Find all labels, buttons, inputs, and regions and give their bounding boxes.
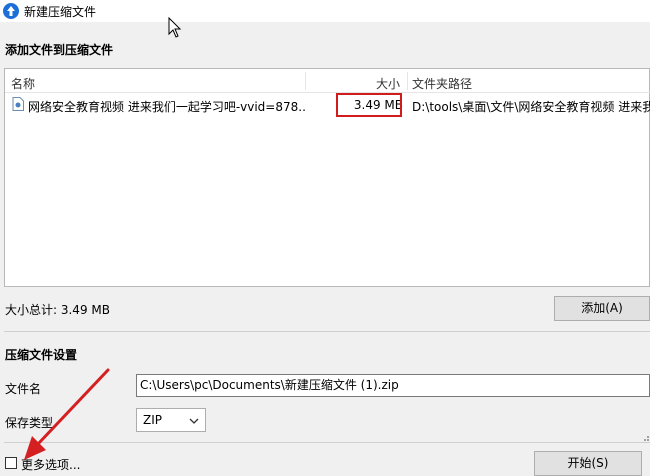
column-header-path[interactable]: 文件夹路径 <box>412 75 472 92</box>
annotation-arrow-icon <box>24 368 110 460</box>
start-button[interactable]: 开始(S) <box>534 451 642 476</box>
add-files-section-title: 添加文件到压缩文件 <box>5 43 114 57</box>
chevron-down-icon <box>189 418 199 424</box>
total-size-label: 大小总计: 3.49 MB <box>5 303 110 317</box>
file-list[interactable]: 名称 大小 文件夹路径 网络安全教育视频 进来我们一起学习吧-vvid=878.… <box>4 68 650 287</box>
column-separator[interactable] <box>407 72 408 90</box>
resize-grip-icon[interactable] <box>640 432 650 442</box>
column-header-name[interactable]: 名称 <box>11 75 35 92</box>
file-path-cell: D:\tools\桌面\文件\网络安全教育视频 进来我 <box>412 100 650 114</box>
size-highlight-box <box>336 93 402 117</box>
column-header-size[interactable]: 大小 <box>376 75 400 92</box>
table-row[interactable]: 网络安全教育视频 进来我们一起学习吧-vvid=878... 3.49 MB D… <box>5 93 650 117</box>
save-type-select[interactable]: ZIP <box>136 408 206 432</box>
filename-input[interactable]: C:\Users\pc\Documents\新建压缩文件 (1).zip <box>136 374 650 397</box>
mouse-cursor-icon <box>168 17 182 38</box>
save-type-value: ZIP <box>143 413 162 427</box>
video-file-icon <box>12 97 24 111</box>
section-divider <box>4 331 650 332</box>
file-name-cell: 网络安全教育视频 进来我们一起学习吧-vvid=878... <box>28 100 305 114</box>
title-bar: 新建压缩文件 <box>0 0 650 22</box>
column-separator[interactable] <box>305 72 306 90</box>
add-button[interactable]: 添加(A) <box>554 296 650 321</box>
file-list-header: 名称 大小 文件夹路径 <box>5 69 650 93</box>
app-logo-icon <box>3 3 19 19</box>
window-title: 新建压缩文件 <box>24 5 97 19</box>
